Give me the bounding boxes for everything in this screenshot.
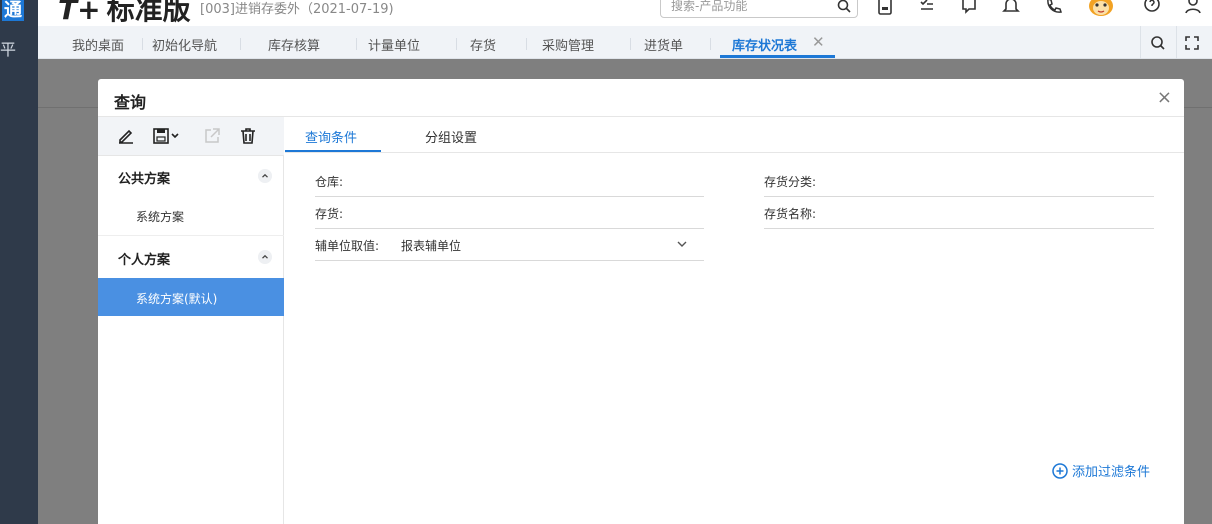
edit-icon[interactable] bbox=[116, 126, 136, 146]
inventory-name-label: 存货名称: bbox=[764, 207, 817, 221]
inventory-class-label: 存货分类: bbox=[764, 175, 817, 189]
tab-purchase-mgmt[interactable]: 采购管理 bbox=[542, 35, 594, 54]
tab-close-icon[interactable]: ✕ bbox=[812, 33, 825, 51]
add-filter-link[interactable]: 添加过滤条件 bbox=[1052, 461, 1150, 480]
inventory-class-field[interactable]: 存货分类: bbox=[764, 165, 1154, 197]
tab-units[interactable]: 计量单位 bbox=[368, 35, 420, 54]
add-circle-icon bbox=[1052, 463, 1068, 479]
tab-purchase-order[interactable]: 进货单 bbox=[644, 35, 683, 54]
fullscreen-icon[interactable] bbox=[1184, 35, 1200, 51]
chevron-up-icon[interactable] bbox=[258, 169, 272, 183]
inventory-name-field[interactable]: 存货名称: bbox=[764, 197, 1154, 229]
scheme-item-label: 系统方案 bbox=[136, 210, 185, 224]
inventory-name-input[interactable] bbox=[826, 201, 1146, 223]
tab-my-desktop[interactable]: 我的桌面 bbox=[72, 35, 124, 54]
dialog-title: 查询 bbox=[114, 93, 147, 112]
group-label: 个人方案 bbox=[118, 253, 171, 268]
save-dropdown-icon[interactable] bbox=[152, 126, 182, 146]
aux-unit-label: 辅单位取值: bbox=[315, 239, 380, 253]
tab-inventory-accounting[interactable]: 库存核算 bbox=[268, 35, 320, 54]
delete-icon[interactable] bbox=[238, 126, 258, 146]
scheme-sidebar: 公共方案 系统方案 个人方案 系统方案(默认) bbox=[98, 117, 284, 524]
scheme-toolbar bbox=[98, 117, 284, 156]
tab-query-conditions[interactable]: 查询条件 bbox=[305, 127, 357, 146]
warehouse-input[interactable] bbox=[349, 169, 699, 191]
warehouse-field[interactable]: 仓库: bbox=[315, 165, 704, 197]
group-personal-schemes[interactable]: 个人方案 bbox=[98, 237, 284, 277]
tab-group-settings[interactable]: 分组设置 bbox=[425, 127, 477, 146]
query-dialog: 查询 × 公共方案 系统方案 个人方案 系统方案(默认) 查询条件 分组设置 仓… bbox=[98, 79, 1184, 524]
chat-icon[interactable] bbox=[960, 0, 978, 16]
warehouse-label: 仓库: bbox=[315, 175, 344, 189]
tab-stock-status[interactable]: 库存状况表 bbox=[732, 35, 797, 54]
active-tab-indicator bbox=[720, 55, 835, 58]
mascot-avatar-icon[interactable] bbox=[1086, 0, 1116, 18]
close-icon[interactable]: × bbox=[1157, 87, 1172, 108]
tabbar-divider bbox=[1176, 26, 1177, 59]
top-header: T+ 标准版 [003]进销存委外（2021-07-19) bbox=[38, 0, 1212, 26]
rail-menu-icon[interactable]: 平 bbox=[0, 36, 16, 60]
aux-unit-value: 报表辅单位 bbox=[401, 239, 462, 253]
active-content-tab-indicator bbox=[285, 150, 381, 152]
tab-divider bbox=[456, 38, 457, 50]
group-divider bbox=[98, 235, 284, 236]
group-public-schemes[interactable]: 公共方案 bbox=[98, 156, 284, 196]
product-search[interactable] bbox=[660, 0, 858, 18]
search-input[interactable] bbox=[671, 0, 831, 13]
brand-title: T+ 标准版 bbox=[58, 0, 191, 26]
search-icon[interactable] bbox=[837, 0, 851, 13]
inventory-label: 存货: bbox=[315, 207, 344, 221]
tab-divider bbox=[356, 38, 357, 50]
scheme-item[interactable]: 系统方案 bbox=[98, 196, 284, 234]
tab-divider bbox=[526, 38, 527, 50]
tab-divider bbox=[630, 38, 631, 50]
inventory-field[interactable]: 存货: bbox=[315, 197, 704, 229]
query-content: 查询条件 分组设置 仓库: 存货分类: 存货: 存货名称: 辅单位取值: 报表辅… bbox=[285, 117, 1184, 524]
tab-init-nav[interactable]: 初始化导航 bbox=[152, 35, 217, 54]
app-rail: 通 平 bbox=[0, 0, 38, 524]
tab-divider bbox=[710, 38, 711, 50]
page-tab-bar: 我的桌面 初始化导航 库存核算 计量单位 存货 采购管理 进货单 库存状况表 ✕ bbox=[38, 26, 1212, 59]
content-tabs: 查询条件 分组设置 bbox=[285, 117, 1184, 153]
inventory-class-input[interactable] bbox=[826, 169, 1146, 191]
tabbar-divider bbox=[1140, 26, 1141, 59]
inventory-input[interactable] bbox=[349, 201, 699, 223]
tab-divider bbox=[240, 38, 241, 50]
add-filter-label: 添加过滤条件 bbox=[1071, 465, 1150, 480]
help-icon[interactable] bbox=[1143, 0, 1161, 16]
phone-icon[interactable] bbox=[1044, 0, 1062, 16]
tab-inventory[interactable]: 存货 bbox=[470, 35, 496, 54]
app-logo[interactable]: 通 bbox=[0, 0, 38, 26]
bell-icon[interactable] bbox=[1002, 0, 1020, 16]
account-info: [003]进销存委外（2021-07-19) bbox=[200, 2, 394, 17]
user-icon[interactable] bbox=[1184, 0, 1202, 16]
tab-divider bbox=[142, 38, 143, 50]
export-icon bbox=[205, 128, 220, 143]
scheme-item-label: 系统方案(默认) bbox=[136, 292, 218, 306]
chevron-up-icon[interactable] bbox=[258, 250, 272, 264]
scheme-item-selected[interactable]: 系统方案(默认) bbox=[98, 278, 284, 316]
calculator-icon[interactable] bbox=[876, 0, 894, 16]
group-label: 公共方案 bbox=[118, 172, 171, 187]
aux-unit-select[interactable]: 辅单位取值: 报表辅单位 bbox=[315, 229, 704, 261]
tab-search-icon[interactable] bbox=[1150, 35, 1166, 51]
checklist-icon[interactable] bbox=[918, 0, 936, 16]
chevron-down-icon[interactable] bbox=[676, 239, 688, 249]
